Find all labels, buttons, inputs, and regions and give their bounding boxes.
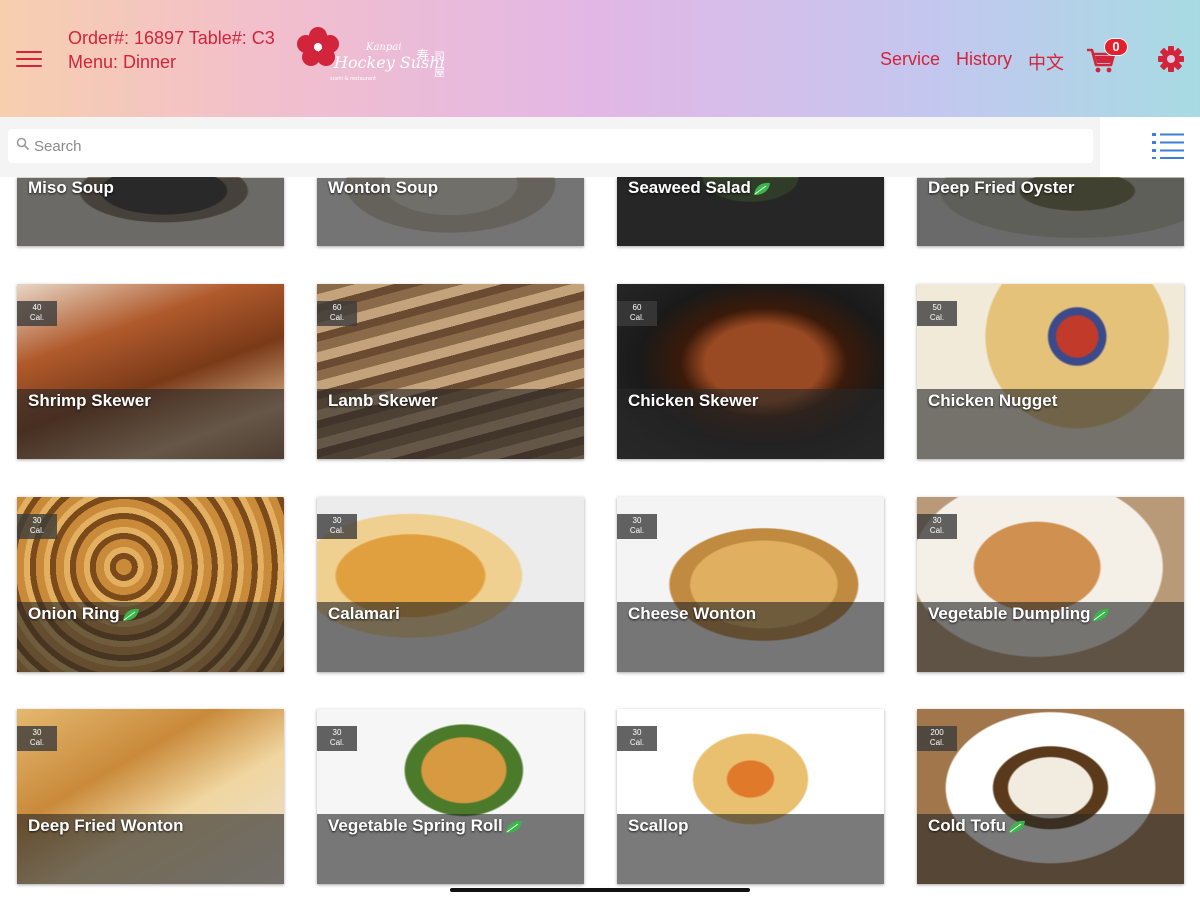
vegetarian-leaf-icon [505, 820, 522, 833]
item-name: Miso Soup [28, 178, 114, 197]
svg-text:屋: 屋 [434, 66, 445, 79]
list-view-icon [1152, 133, 1184, 159]
order-info: Order#: 16897 Table#: C3 Menu: Dinner [68, 26, 275, 74]
menu-item-card[interactable]: Seaweed Salad [617, 177, 884, 246]
search-input[interactable] [32, 129, 1076, 163]
item-name: Deep Fried Wonton [28, 816, 184, 835]
vegetarian-leaf-icon [122, 608, 139, 621]
calorie-badge: 40 Cal. [17, 301, 57, 326]
home-indicator[interactable] [450, 888, 750, 892]
item-name: Calamari [328, 604, 400, 623]
calorie-badge: 30 Cal. [17, 514, 57, 539]
item-name: Vegetable Dumpling [928, 604, 1110, 624]
item-name: Vegetable Spring Roll [328, 816, 523, 836]
calorie-badge: 30 Cal. [317, 514, 357, 539]
search-bar [0, 117, 1100, 177]
restaurant-logo: Hockey Sushi Kanpai sushi & restaurant 寿… [297, 27, 445, 82]
vegetarian-leaf-icon [753, 182, 770, 195]
menu-item-card[interactable]: 30 Cal. Calamari [317, 497, 584, 672]
svg-text:sushi & restaurant: sushi & restaurant [330, 76, 376, 82]
item-name: Scallop [628, 816, 689, 835]
search-icon [16, 137, 30, 151]
vegetarian-leaf-icon [1093, 608, 1110, 621]
menu-item-card[interactable]: 50 Cal. Chicken Nugget [917, 284, 1184, 459]
menu-item-card[interactable]: Miso Soup [17, 177, 284, 246]
search-field [8, 129, 1093, 163]
order-number: Order#: 16897 Table#: C3 [68, 28, 275, 48]
calorie-badge: 30 Cal. [617, 726, 657, 751]
calorie-badge: 30 Cal. [17, 726, 57, 751]
calorie-badge: 30 Cal. [917, 514, 957, 539]
item-name: Cold Tofu [928, 816, 1026, 836]
language-link[interactable]: 中文 [1028, 49, 1064, 75]
svg-text:寿: 寿 [416, 48, 429, 63]
item-name: Seaweed Salad [628, 178, 771, 198]
menu-item-card[interactable]: 30 Cal. Vegetable Spring Roll [317, 709, 584, 884]
menu-grid: Miso Soup Wonton Soup Seaweed Salad Deep… [0, 177, 1200, 900]
item-name: Cheese Wonton [628, 604, 757, 623]
calorie-badge: 30 Cal. [617, 514, 657, 539]
item-name: Shrimp Skewer [28, 391, 151, 410]
menu-item-card[interactable]: 30 Cal. Cheese Wonton [617, 497, 884, 672]
menu-item-card[interactable]: 30 Cal. Deep Fried Wonton [17, 709, 284, 884]
list-view-button[interactable] [1100, 117, 1200, 177]
calorie-badge: 60 Cal. [317, 301, 357, 326]
item-name: Lamb Skewer [328, 391, 438, 410]
item-name: Chicken Nugget [928, 391, 1058, 410]
cart-count-badge: 0 [1104, 38, 1128, 56]
item-name: Deep Fried Oyster [928, 178, 1075, 197]
calorie-badge: 30 Cal. [317, 726, 357, 751]
calorie-badge: 200 Cal. [917, 726, 957, 751]
svg-text:Kanpai: Kanpai [365, 42, 401, 53]
menu-name: Menu: Dinner [68, 52, 177, 72]
menu-item-card[interactable]: 60 Cal. Chicken Skewer [617, 284, 884, 459]
header-nav: Service History 中文 [880, 49, 1064, 75]
menu-item-card[interactable]: 30 Cal. Vegetable Dumpling [917, 497, 1184, 672]
vegetarian-leaf-icon [1009, 820, 1026, 833]
item-name: Onion Ring [28, 604, 140, 624]
item-name: Wonton Soup [328, 178, 439, 197]
menu-item-card[interactable]: 200 Cal. Cold Tofu [917, 709, 1184, 884]
menu-item-card[interactable]: Deep Fried Oyster [917, 177, 1184, 246]
menu-item-card[interactable]: Wonton Soup [317, 177, 584, 246]
menu-icon[interactable] [16, 50, 42, 70]
settings-gear-icon[interactable] [1158, 46, 1184, 72]
history-link[interactable]: History [956, 49, 1012, 75]
top-bar: Order#: 16897 Table#: C3 Menu: Dinner Ho… [0, 0, 1200, 117]
svg-text:司: 司 [434, 51, 445, 63]
menu-item-card[interactable]: 40 Cal. Shrimp Skewer [17, 284, 284, 459]
calorie-badge: 50 Cal. [917, 301, 957, 326]
item-name: Chicken Skewer [628, 391, 759, 410]
service-link[interactable]: Service [880, 49, 940, 75]
menu-item-card[interactable]: 30 Cal. Onion Ring [17, 497, 284, 672]
calorie-badge: 60 Cal. [617, 301, 657, 326]
menu-item-card[interactable]: 60 Cal. Lamb Skewer [317, 284, 584, 459]
menu-item-card[interactable]: 30 Cal. Scallop [617, 709, 884, 884]
